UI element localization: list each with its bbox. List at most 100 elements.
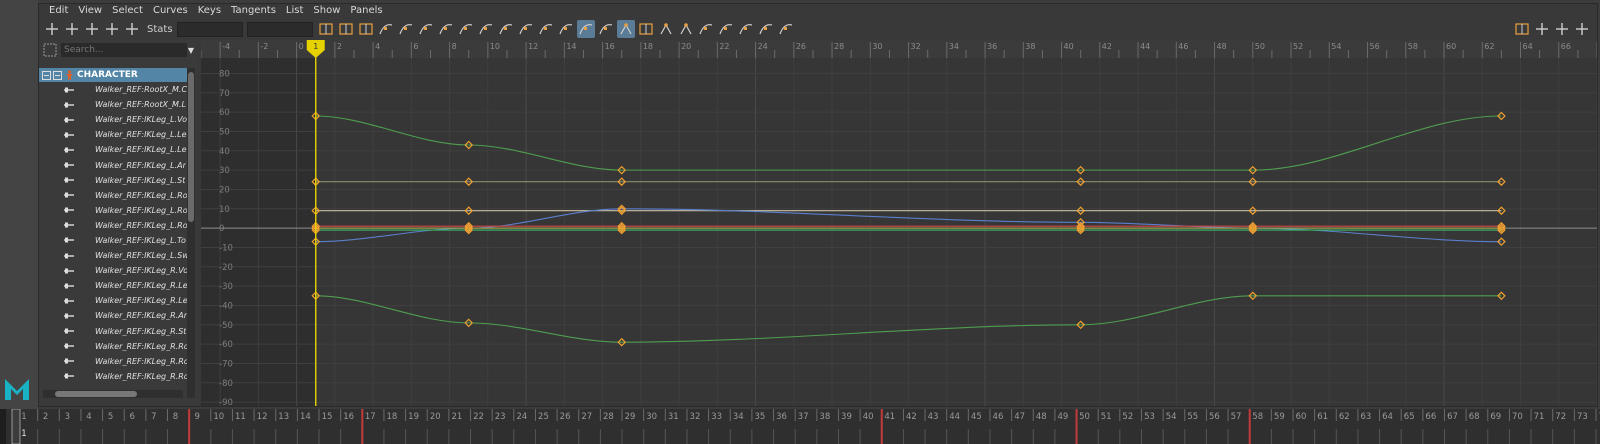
menu-list[interactable]: List: [281, 4, 308, 18]
frame-ruler[interactable]: [201, 40, 1597, 58]
auto-tangent-icon: [378, 24, 392, 35]
free-tangent-weight-button[interactable]: [576, 20, 595, 38]
menu-curves[interactable]: Curves: [148, 4, 193, 18]
clamped-tangent-button[interactable]: [417, 20, 435, 38]
expand-icon[interactable]: [53, 70, 62, 80]
search-options-dropdown[interactable]: ▼: [187, 43, 195, 57]
pre-infinity-button[interactable]: [697, 20, 715, 38]
anim-curve-icon: [64, 253, 74, 259]
lock-tangent-weight-button[interactable]: [597, 20, 615, 38]
tree-item[interactable]: Walker_REF:IKLeg_L.To: [39, 233, 187, 248]
plateau-tangent-button[interactable]: [497, 20, 515, 38]
plateau-tangent-icon: [498, 24, 512, 35]
tree-item[interactable]: Walker_REF:IKLeg_R.Ro: [39, 369, 187, 384]
tree-item[interactable]: Walker_REF:IKLeg_R.St: [39, 324, 187, 339]
tree-root-character[interactable]: CHARACTER: [39, 68, 187, 82]
camera-sequencer-button[interactable]: [1573, 20, 1591, 38]
frame-playback-button[interactable]: [337, 20, 355, 38]
time-slider-canvas[interactable]: 1 2 3 4 5 6 7 8 9 10 11 12 13 14 15 16 17 18 19 20 21 22 23 24 2…: [0, 409, 1600, 444]
trax-editor-button[interactable]: [1553, 20, 1571, 38]
center-current-icon: [358, 23, 373, 35]
stats-field-2[interactable]: [246, 21, 313, 37]
center-current-button[interactable]: [357, 20, 375, 38]
normalize-button[interactable]: [657, 20, 675, 38]
step-tangent-button[interactable]: [477, 20, 495, 38]
auto-tangent-button[interactable]: [377, 20, 395, 38]
graph-canvas[interactable]: -90-80-70-60-50-40-30-20-100102030405060…: [201, 40, 1597, 406]
spline-tangent-button[interactable]: [397, 20, 415, 38]
retime-tool-icon: [126, 23, 138, 35]
value-tick-label: -10: [219, 243, 233, 253]
region-tool-button[interactable]: [103, 20, 121, 38]
search-input[interactable]: [61, 43, 187, 57]
tree-item[interactable]: Walker_REF:IKLeg_L.Ar: [39, 157, 187, 172]
break-tangents-button[interactable]: [537, 20, 555, 38]
tree-item[interactable]: Walker_REF:IKLeg_L.Vo: [39, 112, 187, 127]
frame-tick-label: 28: [834, 42, 844, 51]
cycle-offset-button[interactable]: [757, 20, 775, 38]
retime-tool-button[interactable]: [123, 20, 141, 38]
frame-tick-label: 60: [1446, 42, 1456, 51]
slider-frame-label: 8: [173, 412, 178, 422]
menu-select[interactable]: Select: [107, 4, 148, 18]
post-infinity-button[interactable]: [717, 20, 735, 38]
anim-curve-icon: [64, 177, 74, 183]
menu-keys[interactable]: Keys: [193, 4, 226, 18]
tree-item[interactable]: Walker_REF:IKLeg_L.Sw: [39, 248, 187, 263]
outliner-horizontal-scrollbar[interactable]: [43, 390, 183, 398]
tree-item[interactable]: Walker_REF:IKLeg_L.Ro: [39, 203, 187, 218]
auto-load-button[interactable]: [616, 20, 635, 38]
curve-presets-button[interactable]: [777, 20, 795, 38]
time-slider[interactable]: 1 2 3 4 5 6 7 8 9 10 11 12 13 14 15 16 17 18 19 20 21 22 23 24 2…: [0, 409, 1600, 444]
normalize-icon: [660, 23, 672, 35]
tree-item[interactable]: Walker_REF:RootX_M.C: [39, 82, 187, 97]
tree-item[interactable]: Walker_REF:IKLeg_L.Le: [39, 142, 187, 157]
tree-item[interactable]: Walker_REF:IKLeg_L.Ro: [39, 218, 187, 233]
tree-item[interactable]: Walker_REF:IKLeg_R.Le: [39, 278, 187, 293]
menu-tangents[interactable]: Tangents: [226, 4, 281, 18]
slider-frame-label: 29: [625, 412, 636, 422]
tree-item[interactable]: Walker_REF:IKLeg_R.Ro: [39, 339, 187, 354]
scrollbar-thumb[interactable]: [55, 391, 137, 397]
linear-tangent-button[interactable]: [437, 20, 455, 38]
tree-item[interactable]: Walker_REF:IKLeg_L.Le: [39, 127, 187, 142]
cycle-offset-icon: [758, 24, 772, 35]
move-key-button[interactable]: [43, 20, 61, 38]
menu-panels[interactable]: Panels: [345, 4, 387, 18]
buffer-curve-button[interactable]: [517, 20, 535, 38]
dope-sheet-button[interactable]: [1533, 20, 1551, 38]
insert-key-button[interactable]: [63, 20, 81, 38]
lattice-button[interactable]: [83, 20, 101, 38]
frame-all-button[interactable]: [317, 20, 335, 38]
frame-tick-label: 22: [719, 42, 729, 51]
tree-item[interactable]: Walker_REF:RootX_M.L: [39, 97, 187, 112]
filter-icon[interactable]: [43, 43, 57, 57]
tree-item[interactable]: Walker_REF:IKLeg_R.Le: [39, 293, 187, 308]
tree-item[interactable]: Walker_REF:IKLeg_L.Ro: [39, 188, 187, 203]
outliner-vertical-scrollbar[interactable]: [187, 68, 195, 398]
menu-bar: Edit View Select Curves Keys Tangents List Show…: [39, 4, 1597, 18]
tree-item[interactable]: Walker_REF:IKLeg_R.Vo: [39, 263, 187, 278]
unify-tangents-button[interactable]: [557, 20, 575, 38]
frame-tick-label: 40: [1064, 42, 1074, 51]
scrollbar-thumb[interactable]: [188, 72, 194, 222]
tree-item[interactable]: Walker_REF:IKLeg_R.Ar: [39, 308, 187, 323]
graph-view[interactable]: -90 -80 -70 -60 -50 -40 -30 -20 -10 0 10 20 30 40 50 60…: [201, 40, 1597, 406]
tree-item-label: Walker_REF:IKLeg_R.Le: [95, 281, 187, 291]
slider-frame-label: 64: [1382, 412, 1393, 422]
cycle-button[interactable]: [737, 20, 755, 38]
tree-item[interactable]: Walker_REF:IKLeg_L.St: [39, 173, 187, 188]
slider-key-marker: [880, 409, 883, 444]
tree-item[interactable]: Walker_REF:IKLeg_R.Ro: [39, 354, 187, 369]
menu-edit[interactable]: Edit: [44, 4, 73, 18]
menu-show[interactable]: Show: [308, 4, 345, 18]
menu-view[interactable]: View: [73, 4, 107, 18]
stats-field-1[interactable]: [176, 21, 243, 37]
expand-icon[interactable]: [42, 70, 51, 80]
flat-tangent-button[interactable]: [457, 20, 475, 38]
stacked-view-button[interactable]: [637, 20, 655, 38]
denormalize-button[interactable]: [677, 20, 695, 38]
slider-current-frame[interactable]: [11, 409, 21, 444]
slider-frame-label: 42: [906, 412, 917, 422]
move-view-button[interactable]: [1513, 20, 1531, 38]
